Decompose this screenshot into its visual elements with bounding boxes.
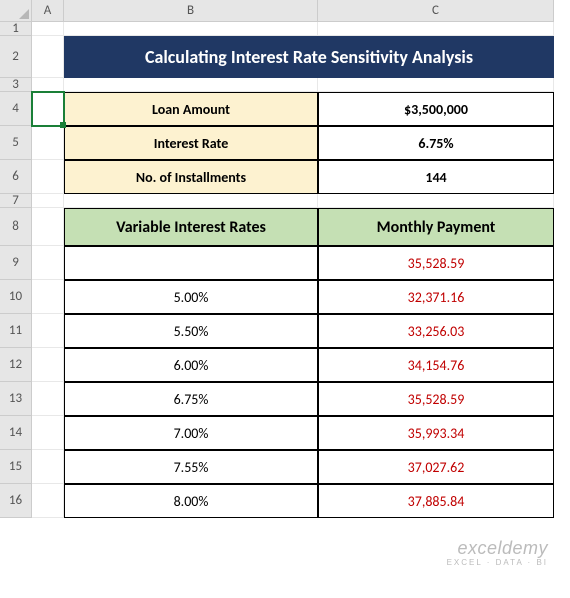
spreadsheet-grid: A B C 1 2 Calculating Interest Rate Sens… [0,0,570,518]
rate-cell[interactable] [64,246,318,280]
payment-cell[interactable]: 35,528.59 [318,246,554,280]
cell-A10[interactable] [32,280,64,314]
rate-cell[interactable]: 8.00% [64,484,318,518]
table-header-payment[interactable]: Monthly Payment [318,208,554,246]
cell-A13[interactable] [32,382,64,416]
row-header-10[interactable]: 10 [0,280,32,314]
cell-C1[interactable] [318,22,554,36]
cell-B7[interactable] [64,194,318,208]
watermark-line2: EXCEL · DATA · BI [447,559,548,568]
interest-rate-value[interactable]: 6.75% [318,126,554,160]
cell-A8[interactable] [32,208,64,246]
cell-A15[interactable] [32,450,64,484]
select-all-corner[interactable] [0,0,32,22]
cell-A16[interactable] [32,484,64,518]
row-header-16[interactable]: 16 [0,484,32,518]
row-header-6[interactable]: 6 [0,160,32,194]
cell-A12[interactable] [32,348,64,382]
col-header-A[interactable]: A [32,0,64,22]
title-cell[interactable]: Calculating Interest Rate Sensitivity An… [64,36,554,78]
cell-A2[interactable] [32,36,64,78]
table-header-rates[interactable]: Variable Interest Rates [64,208,318,246]
cell-C3[interactable] [318,78,554,92]
payment-cell[interactable]: 34,154.76 [318,348,554,382]
cell-A14[interactable] [32,416,64,450]
rate-cell[interactable]: 7.00% [64,416,318,450]
cell-A9[interactable] [32,246,64,280]
row-header-4[interactable]: 4 [0,92,32,126]
row-header-12[interactable]: 12 [0,348,32,382]
watermark-line1: exceldemy [447,539,548,559]
row-header-5[interactable]: 5 [0,126,32,160]
payment-cell[interactable]: 37,027.62 [318,450,554,484]
cell-A5[interactable] [32,126,64,160]
cell-B1[interactable] [64,22,318,36]
cell-C7[interactable] [318,194,554,208]
row-header-3[interactable]: 3 [0,78,32,92]
row-header-14[interactable]: 14 [0,416,32,450]
col-header-B[interactable]: B [64,0,318,22]
payment-cell[interactable]: 33,256.03 [318,314,554,348]
rate-cell[interactable]: 5.50% [64,314,318,348]
rate-cell[interactable]: 6.75% [64,382,318,416]
cell-A6[interactable] [32,160,64,194]
col-header-C[interactable]: C [318,0,554,22]
cell-A7[interactable] [32,194,64,208]
row-header-8[interactable]: 8 [0,208,32,246]
row-header-13[interactable]: 13 [0,382,32,416]
loan-amount-value[interactable]: $3,500,000 [318,92,554,126]
rate-cell[interactable]: 5.00% [64,280,318,314]
cell-B3[interactable] [64,78,318,92]
payment-cell[interactable]: 37,885.84 [318,484,554,518]
cell-A1[interactable] [32,22,64,36]
row-header-11[interactable]: 11 [0,314,32,348]
loan-amount-label[interactable]: Loan Amount [64,92,318,126]
row-header-15[interactable]: 15 [0,450,32,484]
watermark: exceldemy EXCEL · DATA · BI [447,539,548,568]
cell-A3[interactable] [32,78,64,92]
row-header-9[interactable]: 9 [0,246,32,280]
payment-cell[interactable]: 35,993.34 [318,416,554,450]
rate-cell[interactable]: 7.55% [64,450,318,484]
installments-label[interactable]: No. of Installments [64,160,318,194]
row-header-7[interactable]: 7 [0,194,32,208]
interest-rate-label[interactable]: Interest Rate [64,126,318,160]
row-header-1[interactable]: 1 [0,22,32,36]
cell-A4-selected[interactable] [32,92,64,126]
payment-cell[interactable]: 32,371.16 [318,280,554,314]
installments-value[interactable]: 144 [318,160,554,194]
rate-cell[interactable]: 6.00% [64,348,318,382]
row-header-2[interactable]: 2 [0,36,32,78]
cell-A11[interactable] [32,314,64,348]
payment-cell[interactable]: 35,528.59 [318,382,554,416]
